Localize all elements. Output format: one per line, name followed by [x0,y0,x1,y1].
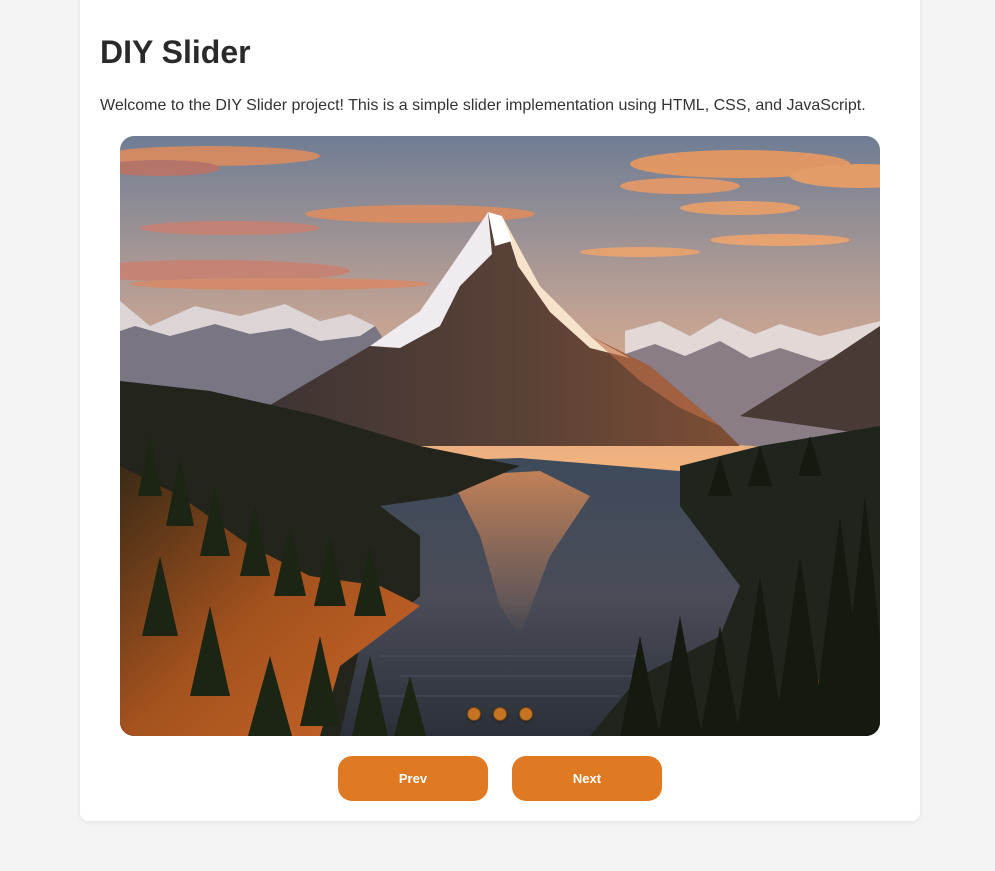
page-title: DIY Slider [100,34,251,70]
slide-image [120,136,880,736]
slider [120,136,880,736]
prev-button[interactable]: Prev [338,756,488,801]
slide-dot[interactable] [467,707,481,721]
slide-dot[interactable] [519,707,533,721]
slide-indicators [120,707,880,721]
slide-dot[interactable] [493,707,507,721]
slider-card: DIY Slider Welcome to the DIY Slider pro… [80,0,920,821]
next-button[interactable]: Next [512,756,662,801]
slider-controls: Prev Next [80,756,920,801]
intro-text: Welcome to the DIY Slider project! This … [100,97,866,114]
